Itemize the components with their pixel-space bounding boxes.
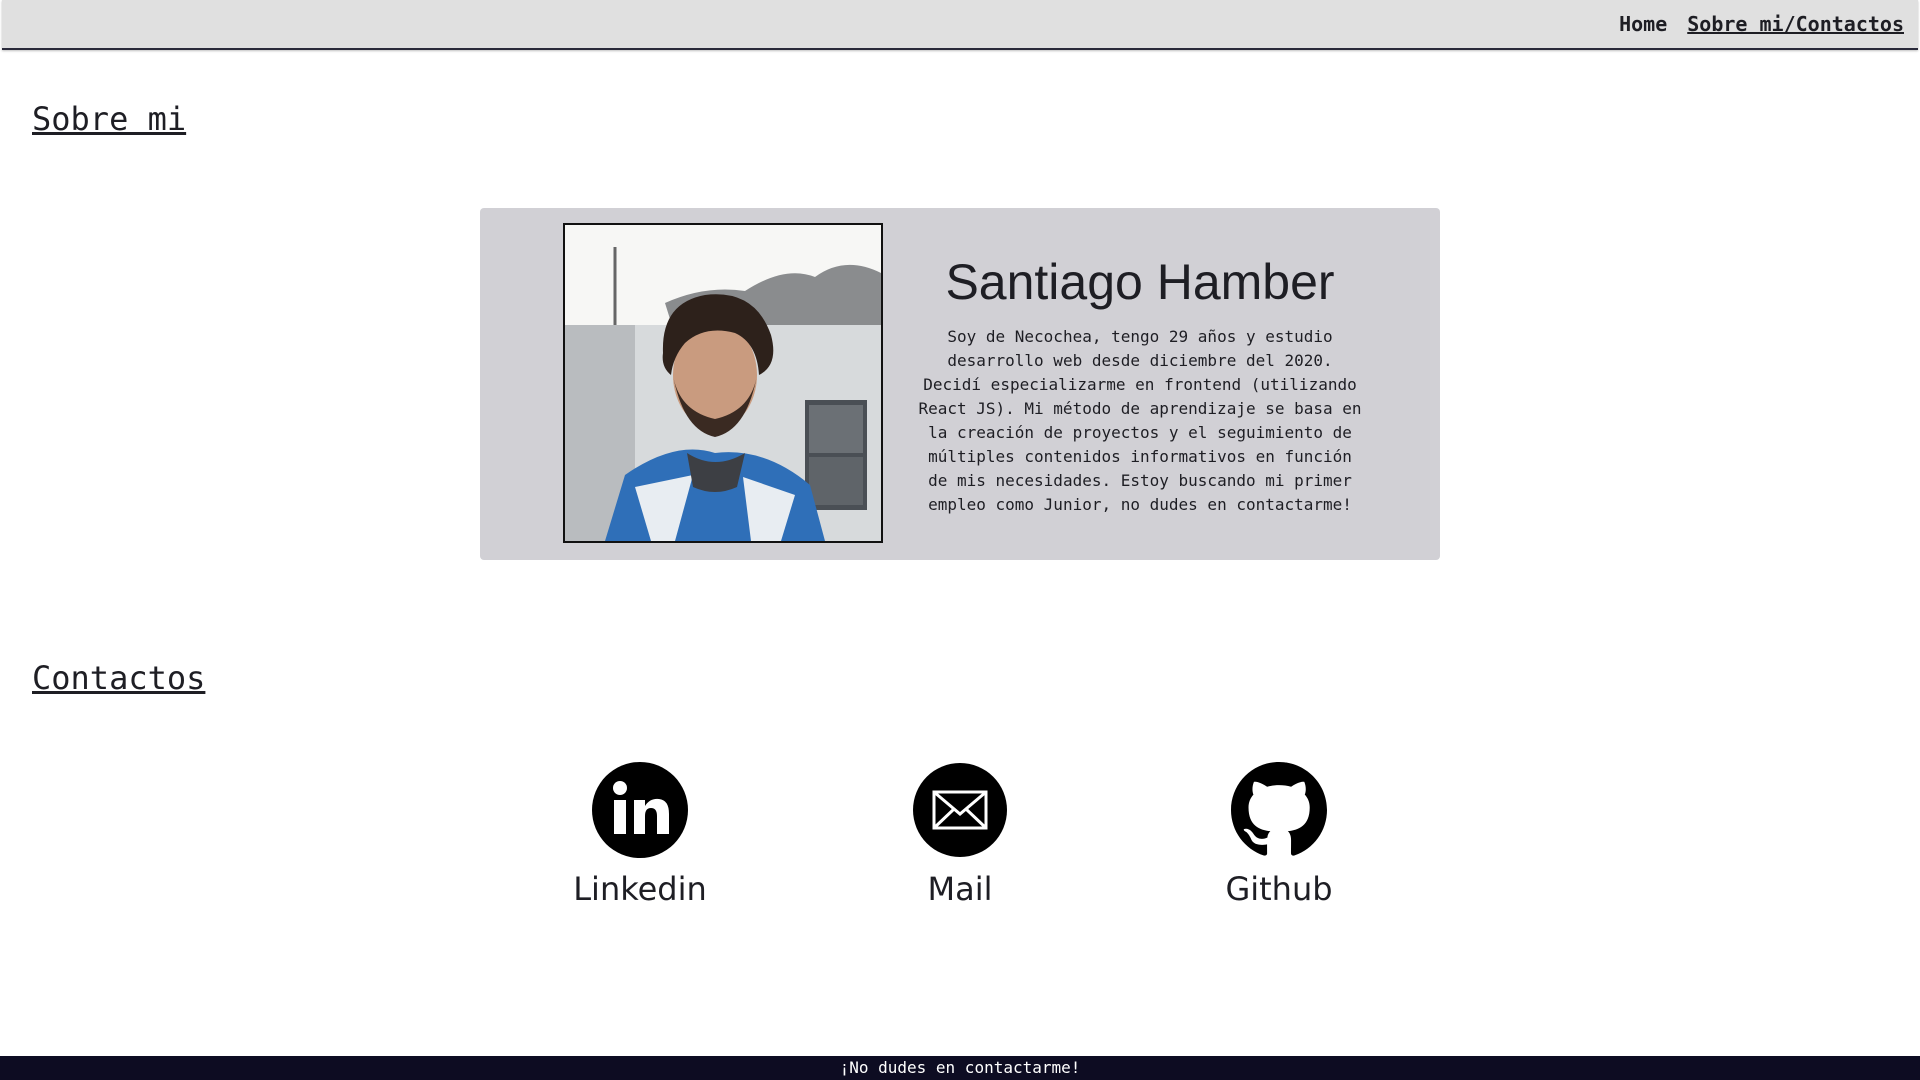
mail-label[interactable]: Mail — [860, 870, 1060, 908]
linkedin-contact-link[interactable]: Linkedin — [540, 762, 740, 908]
footer-bar: ¡No dudes en contactarme! — [0, 1056, 1920, 1080]
mail-icon[interactable] — [912, 762, 1008, 858]
about-info: Santiago Hamber Soy de Necochea, tengo 2… — [900, 253, 1380, 517]
profile-bio: Soy de Necochea, tengo 29 años y estudio… — [918, 327, 1362, 514]
about-section-title: Sobre mi — [32, 100, 187, 138]
linkedin-icon[interactable] — [592, 762, 688, 858]
top-navbar: Home Sobre mi/Contactos — [2, 0, 1918, 50]
about-card: Santiago Hamber Soy de Necochea, tengo 2… — [480, 208, 1440, 560]
nav-about-contacts-link[interactable]: Sobre mi/Contactos — [1687, 12, 1904, 36]
profile-photo-illustration — [565, 225, 881, 541]
github-icon[interactable] — [1231, 762, 1327, 858]
linkedin-label[interactable]: Linkedin — [540, 870, 740, 908]
profile-photo — [563, 223, 883, 543]
github-label[interactable]: Github — [1179, 870, 1379, 908]
github-contact-link[interactable]: Github — [1179, 762, 1379, 908]
footer-text: ¡No dudes en contactarme! — [839, 1058, 1081, 1077]
nav-home-link[interactable]: Home — [1619, 12, 1667, 36]
contacts-section-title: Contactos — [32, 659, 206, 697]
profile-name: Santiago Hamber — [945, 254, 1335, 310]
nav-menu: Home Sobre mi/Contactos — [1619, 12, 1904, 36]
mail-contact-link[interactable]: Mail — [860, 762, 1060, 908]
